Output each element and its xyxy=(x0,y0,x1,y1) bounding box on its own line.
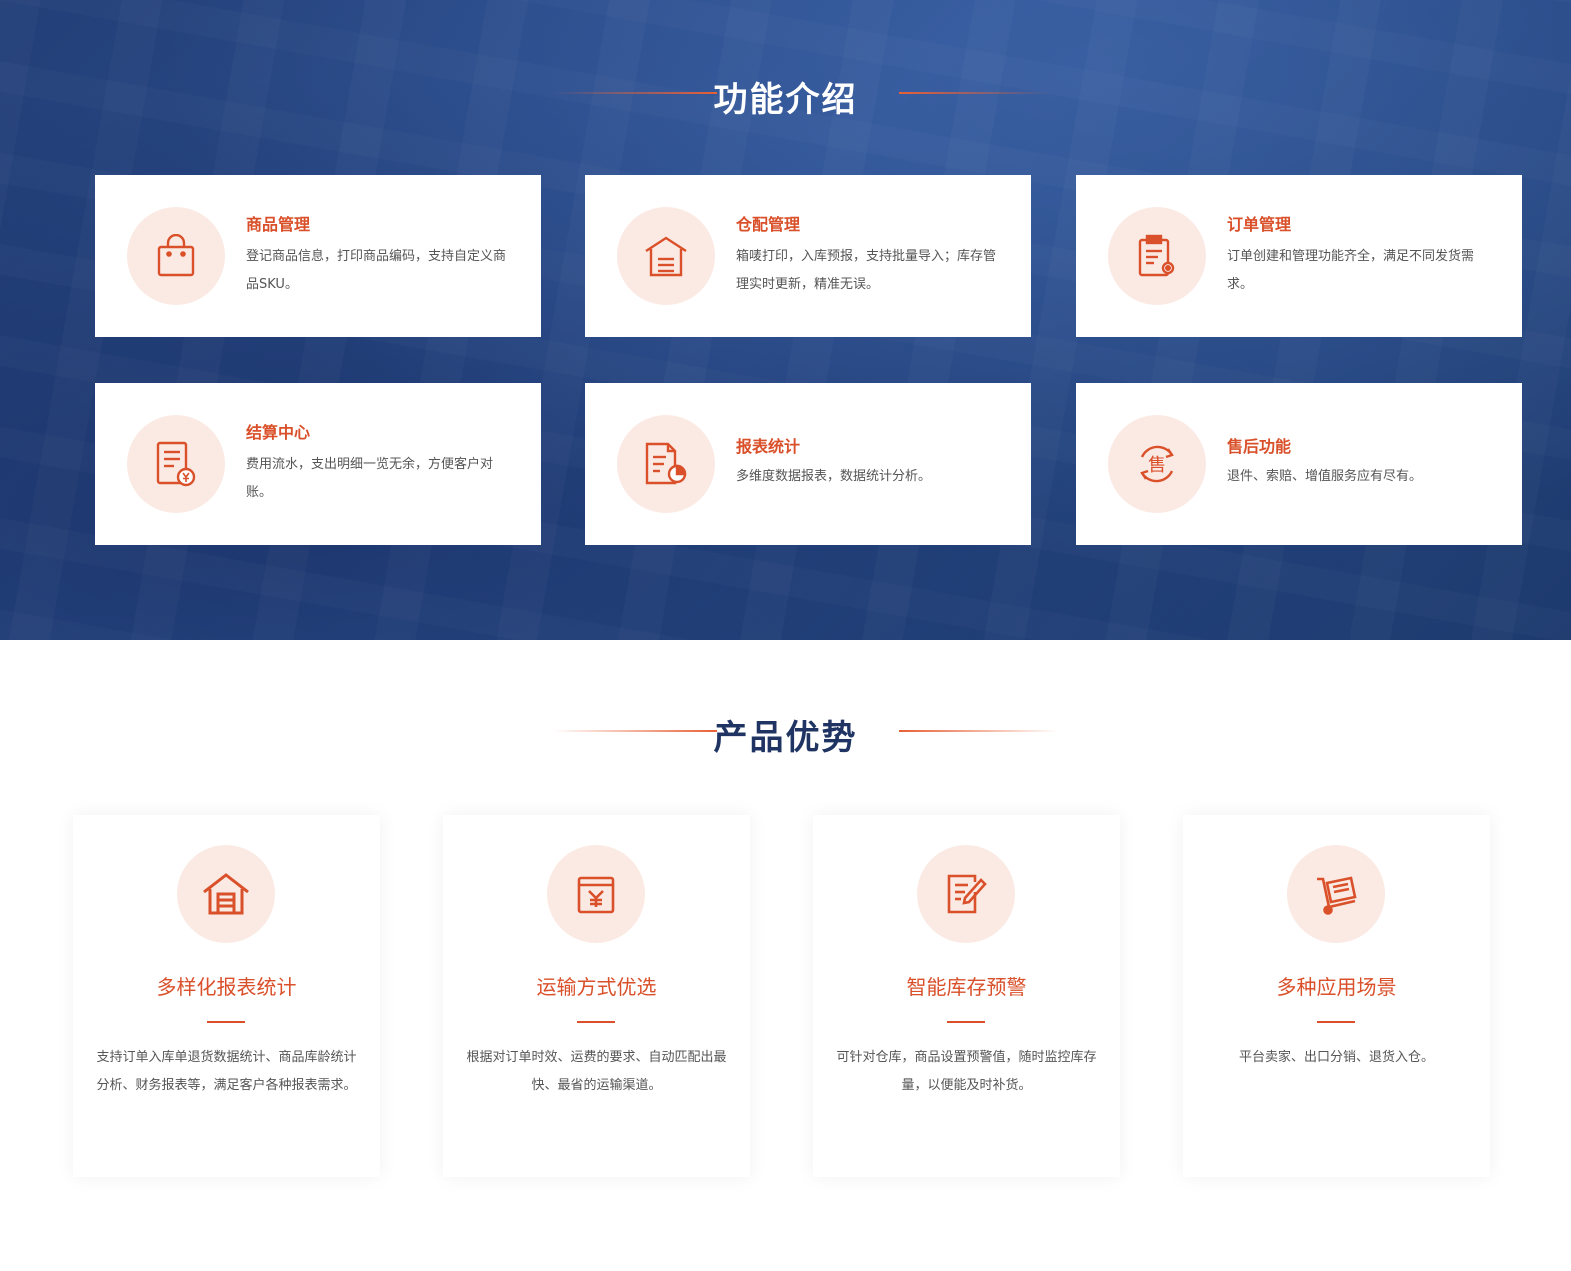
advantage-title: 运输方式优选 xyxy=(536,975,657,999)
advantage-card-shipping[interactable]: 运输方式优选 根据对订单时效、运费的要求、自动匹配出最快、最省的运输渠道。 xyxy=(443,815,750,1177)
advantage-card-reports[interactable]: 多样化报表统计 支持订单入库单退货数据统计、商品库龄统计分析、财务报表等，满足客… xyxy=(73,815,380,1177)
report-chart-icon xyxy=(644,441,688,487)
feature-title: 售后功能 xyxy=(1227,437,1292,456)
feature-title: 仓配管理 xyxy=(736,215,801,234)
features-title: 功能介绍 xyxy=(713,80,858,120)
advantage-desc: 可针对仓库，商品设置预警值，随时监控库存量，以便能及时补货。 xyxy=(836,1050,1097,1093)
svg-text:售: 售 xyxy=(1148,455,1166,476)
advantage-divider xyxy=(1317,1021,1355,1023)
advantage-title: 多样化报表统计 xyxy=(156,975,297,999)
shopping-bag-icon xyxy=(156,234,196,278)
feature-card-after-sales[interactable]: 售 售后功能 退件、索赔、增值服务应有尽有。 xyxy=(1076,383,1522,545)
feature-desc: 订单创建和管理功能齐全，满足不同发货需求。 xyxy=(1227,249,1475,292)
feature-card-product[interactable]: 商品管理 登记商品信息，打印商品编码，支持自定义商品SKU。 xyxy=(95,175,541,337)
feature-icon-circle xyxy=(1108,207,1206,305)
advantages-title: 产品优势 xyxy=(713,718,858,758)
feature-desc: 登记商品信息，打印商品编码，支持自定义商品SKU。 xyxy=(246,249,507,292)
advantage-desc: 根据对订单时效、运费的要求、自动匹配出最快、最省的运输渠道。 xyxy=(466,1050,727,1093)
feature-title: 报表统计 xyxy=(736,437,801,456)
features-section: 功能介绍 商品管理 登记商品信息，打印商品编码，支持自定义商品SKU。 仓配管理… xyxy=(0,0,1571,640)
advantage-title: 多种应用场景 xyxy=(1276,975,1397,999)
feature-title: 订单管理 xyxy=(1227,215,1292,234)
clipboard-gear-icon xyxy=(1137,234,1177,278)
feature-icon-circle: 售 xyxy=(1108,415,1206,513)
feature-card-settlement[interactable]: 结算中心 费用流水，支出明细一览无余，方便客户对账。 xyxy=(95,383,541,545)
yen-calendar-icon xyxy=(576,873,616,915)
feature-title: 商品管理 xyxy=(246,215,311,234)
advantage-icon-circle xyxy=(1287,845,1385,943)
warehouse-home-icon xyxy=(201,872,251,916)
advantage-divider xyxy=(207,1021,245,1023)
advantage-divider xyxy=(947,1021,985,1023)
feature-icon-circle xyxy=(617,207,715,305)
advantage-desc: 支持订单入库单退货数据统计、商品库龄统计分析、财务报表等，满足客户各种报表需求。 xyxy=(96,1050,357,1093)
feature-icon-circle xyxy=(127,207,225,305)
feature-icon-circle xyxy=(127,415,225,513)
feature-title: 结算中心 xyxy=(246,423,311,442)
hand-truck-icon xyxy=(1313,873,1359,915)
feature-desc: 箱唛打印，入库预报，支持批量导入；库存管理实时更新，精准无误。 xyxy=(736,249,997,292)
title-line-right xyxy=(899,730,1059,732)
feature-icon-circle xyxy=(617,415,715,513)
feature-card-report[interactable]: 报表统计 多维度数据报表，数据统计分析。 xyxy=(585,383,1031,545)
advantage-icon-circle xyxy=(177,845,275,943)
advantage-icon-circle xyxy=(547,845,645,943)
feature-desc: 多维度数据报表，数据统计分析。 xyxy=(736,469,932,484)
document-edit-icon xyxy=(945,872,987,916)
feature-card-order[interactable]: 订单管理 订单创建和管理功能齐全，满足不同发货需求。 xyxy=(1076,175,1522,337)
advantage-title: 智能库存预警 xyxy=(906,975,1027,999)
invoice-yen-icon xyxy=(155,440,197,488)
advantage-divider xyxy=(577,1021,615,1023)
after-sales-icon: 售 xyxy=(1134,441,1180,487)
advantage-card-scenarios[interactable]: 多种应用场景 平台卖家、出口分销、退货入仓。 xyxy=(1183,815,1490,1177)
feature-desc: 退件、索赔、增值服务应有尽有。 xyxy=(1227,469,1423,484)
advantage-icon-circle xyxy=(917,845,1015,943)
feature-card-warehouse[interactable]: 仓配管理 箱唛打印，入库预报，支持批量导入；库存管理实时更新，精准无误。 xyxy=(585,175,1031,337)
warehouse-icon xyxy=(643,235,689,277)
feature-desc: 费用流水，支出明细一览无余，方便客户对账。 xyxy=(246,457,494,500)
title-line-right xyxy=(899,92,1053,94)
advantage-card-inventory-alert[interactable]: 智能库存预警 可针对仓库，商品设置预警值，随时监控库存量，以便能及时补货。 xyxy=(813,815,1120,1177)
advantage-desc: 平台卖家、出口分销、退货入仓。 xyxy=(1238,1050,1434,1065)
